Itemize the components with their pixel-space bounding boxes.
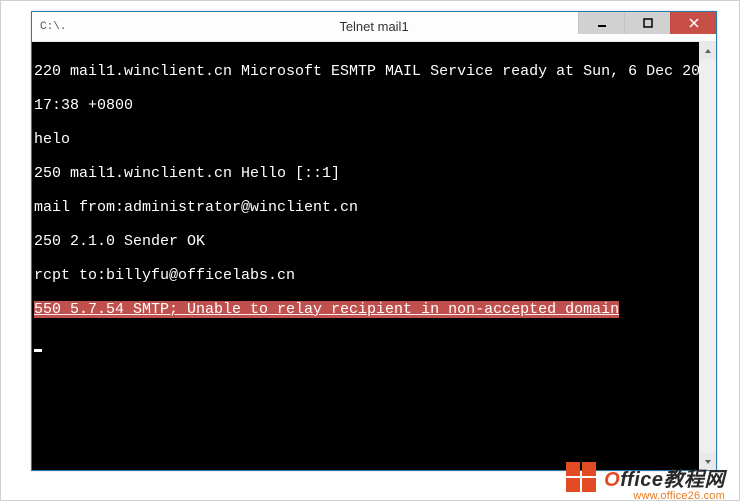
vertical-scrollbar[interactable]: [699, 42, 716, 470]
cursor: [34, 349, 42, 352]
console-line: 17:38 +0800: [34, 97, 697, 114]
minimize-button[interactable]: [578, 12, 624, 34]
cursor-line: [34, 335, 697, 352]
terminal-window: C:\. Telnet mail1 220 mail1.winclient.cn…: [31, 11, 717, 471]
console-output[interactable]: 220 mail1.winclient.cn Microsoft ESMTP M…: [32, 42, 699, 470]
window-controls: [578, 12, 716, 34]
console-line: helo: [34, 131, 697, 148]
console-area: 220 mail1.winclient.cn Microsoft ESMTP M…: [32, 42, 716, 470]
maximize-button[interactable]: [624, 12, 670, 34]
scroll-up-arrow-icon[interactable]: [699, 42, 716, 59]
console-error-line: 550 5.7.54 SMTP; Unable to relay recipie…: [34, 301, 697, 318]
console-line: rcpt to:billyfu@officelabs.cn: [34, 267, 697, 284]
highlighted-error: 550 5.7.54 SMTP; Unable to relay recipie…: [34, 301, 619, 318]
scroll-track[interactable]: [699, 59, 716, 453]
watermark: Office教程网: [564, 460, 725, 494]
app-icon: C:\.: [40, 19, 56, 35]
console-line: 250 mail1.winclient.cn Hello [::1]: [34, 165, 697, 182]
watermark-brand: Office教程网: [604, 463, 725, 492]
watermark-brand-rest: ffice教程网: [620, 469, 725, 491]
office-logo-icon: [564, 460, 598, 494]
console-line: 250 2.1.0 Sender OK: [34, 233, 697, 250]
console-line: mail from:administrator@winclient.cn: [34, 199, 697, 216]
watermark-url: www.office26.com: [633, 490, 725, 502]
watermark-brand-o: O: [604, 469, 620, 491]
titlebar[interactable]: C:\. Telnet mail1: [32, 12, 716, 42]
frame: C:\. Telnet mail1 220 mail1.winclient.cn…: [0, 0, 740, 501]
close-button[interactable]: [670, 12, 716, 34]
console-line: 220 mail1.winclient.cn Microsoft ESMTP M…: [34, 63, 697, 80]
